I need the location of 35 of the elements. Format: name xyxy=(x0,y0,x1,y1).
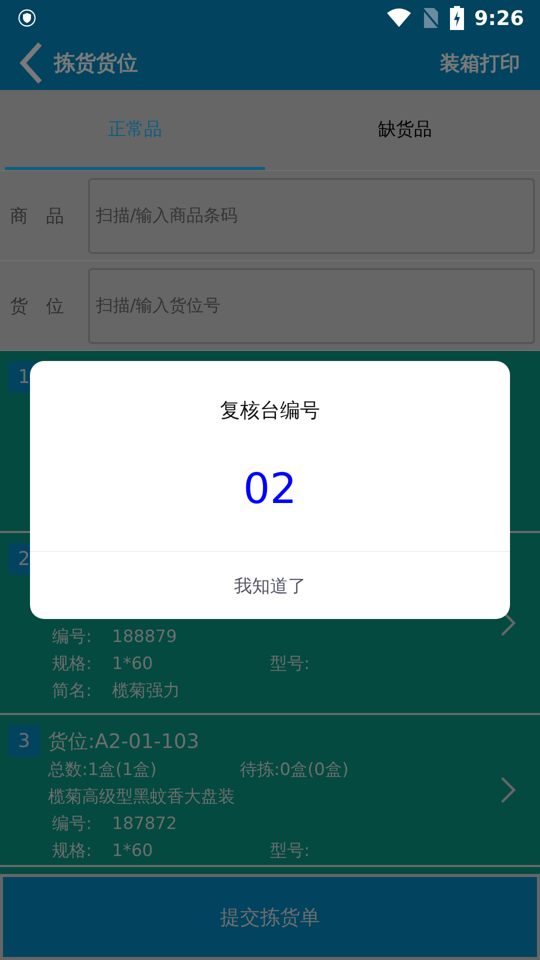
field-label: 型号: xyxy=(270,653,310,676)
back-icon[interactable] xyxy=(18,41,44,85)
field-value: 188879 xyxy=(112,626,178,649)
status-time: 9:26 xyxy=(474,6,524,30)
no-sim-icon xyxy=(422,7,440,29)
tab[interactable]: 正常品 xyxy=(5,90,265,170)
field-label: 商 品 xyxy=(10,204,65,228)
field-label: 型号: xyxy=(270,840,310,863)
shield-icon xyxy=(18,9,36,27)
field-label: 编号: xyxy=(52,626,93,649)
page-title: 拣货货位 xyxy=(54,50,138,77)
field-label: 简名: xyxy=(52,680,93,703)
submit-button[interactable]: 提交拣货单 xyxy=(0,874,540,960)
wifi-icon xyxy=(386,8,412,28)
field-label: 规格: xyxy=(52,840,93,863)
chevron-right-icon xyxy=(500,776,516,804)
item-number: 3 xyxy=(8,725,40,757)
field-label: 货 位 xyxy=(10,294,65,318)
field-label: 编号: xyxy=(52,813,93,836)
count-text: 待拣:0盒(0盒) xyxy=(240,759,349,782)
confirm-button[interactable]: 我知道了 xyxy=(30,551,510,619)
product-name: 榄菊高级型黑蚊香大盘装 xyxy=(47,786,236,809)
count-text: 总数:1盒(1盒) xyxy=(48,759,158,782)
tab[interactable]: 缺货品 xyxy=(275,90,535,170)
pick-item-card[interactable]: 3 货位:A2-01-103 总数:1盒(1盒) 待拣:0盒(0盒) 榄菊高级型黑蚊香大盘装 编号: 187872 规格: 1*60 型号: xyxy=(0,715,540,867)
field-value: 1*60 xyxy=(112,653,154,676)
field-value: 1*60 xyxy=(112,840,154,863)
field-value: 榄菊强力 xyxy=(112,680,181,703)
location-text: 货位:A2-01-103 xyxy=(48,728,200,754)
battery-charging-icon xyxy=(450,6,464,30)
pack-print-button[interactable]: 装箱打印 xyxy=(440,50,520,76)
field-value: 187872 xyxy=(112,813,178,836)
field-label: 规格: xyxy=(52,653,93,676)
dialog-title: 复核台编号 xyxy=(220,397,320,424)
station-number: 02 xyxy=(243,464,297,513)
